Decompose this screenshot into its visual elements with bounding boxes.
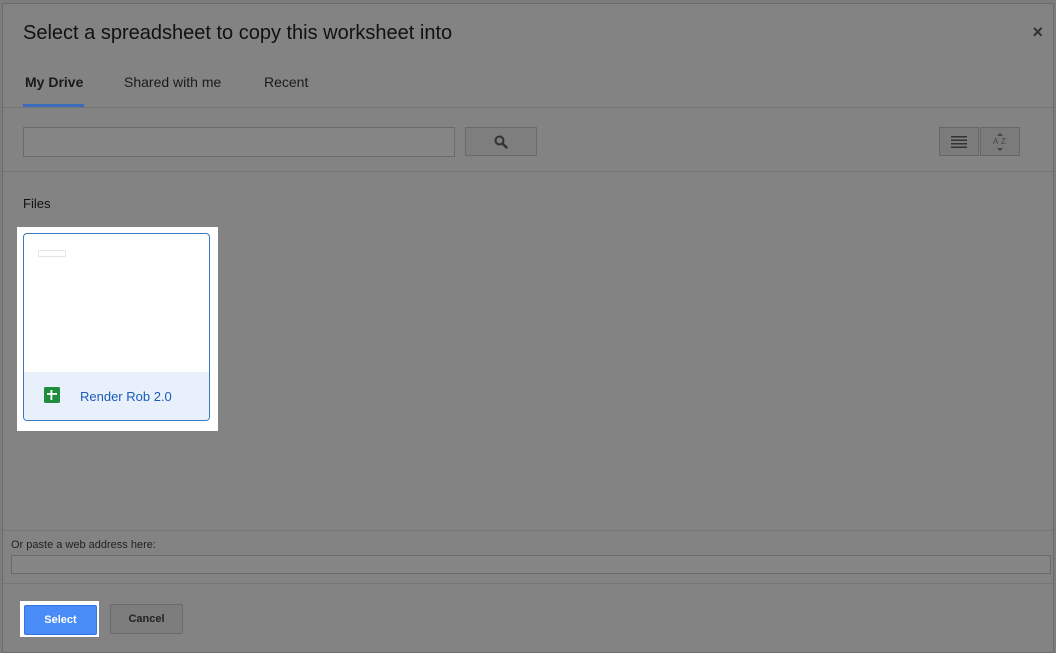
header-divider xyxy=(3,107,1053,108)
paste-url-input[interactable] xyxy=(11,555,1051,574)
svg-text:Z: Z xyxy=(1001,137,1006,146)
sort-button[interactable]: A Z xyxy=(980,127,1020,156)
list-view-button[interactable] xyxy=(939,127,979,156)
sheets-icon xyxy=(44,387,60,408)
copy-worksheet-dialog: Select a spreadsheet to copy this worksh… xyxy=(2,3,1054,653)
file-thumbnail xyxy=(38,250,66,257)
file-card[interactable]: Render Rob 2.0 xyxy=(23,233,210,421)
search-button[interactable] xyxy=(465,127,537,156)
list-view-icon xyxy=(951,135,967,148)
svg-text:A: A xyxy=(993,137,999,146)
paste-url-label: Or paste a web address here: xyxy=(11,539,156,551)
close-icon[interactable]: × xyxy=(1032,22,1043,43)
dialog-title: Select a spreadsheet to copy this worksh… xyxy=(23,22,453,44)
toolbar-divider xyxy=(3,171,1053,172)
cancel-button[interactable]: Cancel xyxy=(110,604,183,634)
file-card-footer: Render Rob 2.0 xyxy=(24,372,209,420)
search-icon xyxy=(494,135,508,149)
files-section-label: Files xyxy=(23,196,51,211)
tab-recent[interactable]: Recent xyxy=(264,74,308,90)
select-button[interactable]: Select xyxy=(24,605,97,635)
file-name: Render Rob 2.0 xyxy=(80,389,172,404)
footer-divider xyxy=(3,583,1053,584)
tab-my-drive[interactable]: My Drive xyxy=(25,74,83,90)
search-input[interactable] xyxy=(23,127,455,157)
sort-az-icon: A Z xyxy=(993,132,1006,151)
paste-divider xyxy=(3,530,1053,531)
tab-shared-with-me[interactable]: Shared with me xyxy=(124,74,221,90)
